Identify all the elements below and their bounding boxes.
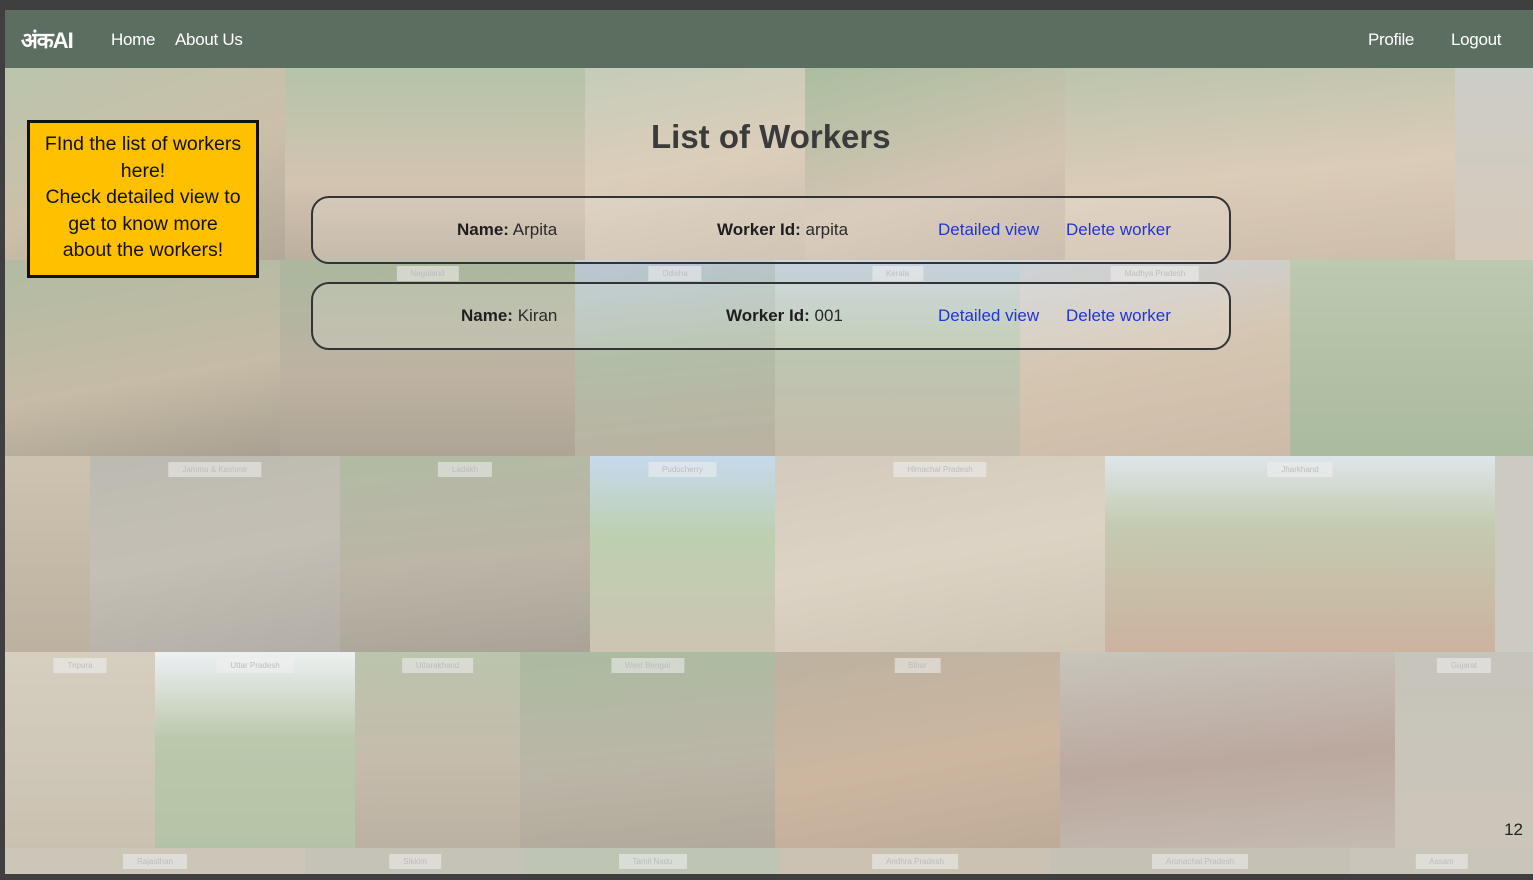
delete-worker-link[interactable]: Delete worker [1066,306,1171,326]
id-value: arpita [805,220,849,239]
callout-line: FInd the list of workers [44,133,242,155]
name-value: Arpita [512,220,558,239]
brand-logo[interactable]: अंकAI [21,25,74,55]
worker-id: Worker Id: arpita [717,220,848,240]
nav-logout-link[interactable]: Logout [1451,30,1502,50]
callout-line: here! [120,159,166,182]
delete-worker-link[interactable]: Delete worker [1066,220,1171,240]
nav-profile-link[interactable]: Profile [1368,30,1414,50]
id-label: Worker Id: [726,306,810,325]
worker-name: Name: Kiran [461,306,557,326]
slide-frame: Nagaland Odisha Kerala Madhya Pradesh Ja… [5,10,1533,874]
id-value: 001 [814,306,843,325]
worker-id: Worker Id: 001 [726,306,843,326]
name-label: Name: [457,220,509,239]
callout-line: get to know more [68,212,218,235]
slide-number: 12 [1504,820,1523,839]
detailed-view-link[interactable]: Detailed view [938,306,1039,326]
page-title: List of Workers [651,118,891,155]
callout-line: Check detailed view to [45,186,241,208]
callout-line: about the workers! [62,239,224,261]
nav-home-link[interactable]: Home [111,30,155,50]
id-label: Worker Id: [717,220,801,239]
name-label: Name: [461,306,513,325]
nav-about-link[interactable]: About Us [175,30,243,50]
instruction-callout: FInd the list of workers here! Check det… [27,120,259,278]
detailed-view-link[interactable]: Detailed view [938,220,1039,240]
worker-card: Name: Arpita Worker Id: arpita Detailed … [311,196,1231,264]
name-value: Kiran [517,306,558,325]
worker-name: Name: Arpita [457,220,557,240]
worker-card: Name: Kiran Worker Id: 001 Detailed view… [311,282,1231,350]
top-navbar: अंकAI Home About Us Profile Logout [5,10,1533,68]
